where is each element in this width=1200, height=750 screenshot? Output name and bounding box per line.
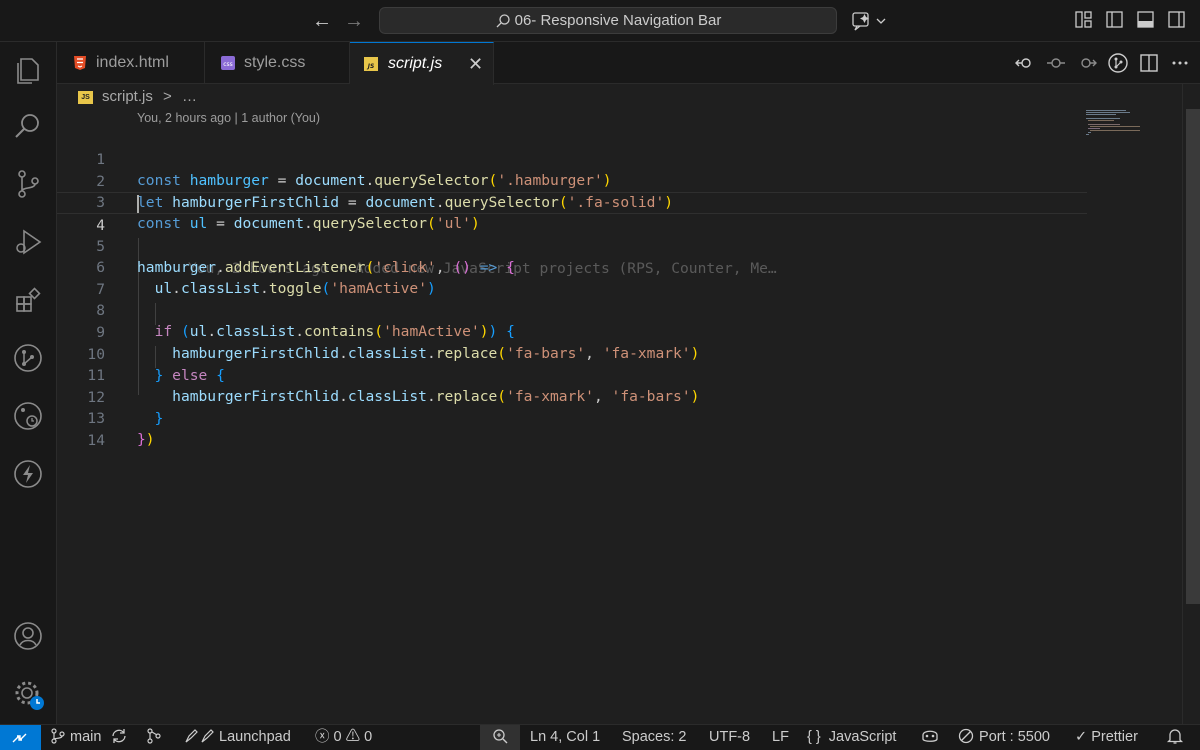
code-line: 3 const ul = document.querySelector('ul'… [57, 170, 1087, 233]
tab-style-css[interactable]: css style.css [205, 42, 350, 84]
check-all-icon: ✓ [1075, 729, 1088, 745]
svg-text:JS: JS [367, 63, 375, 70]
broadcast-icon [958, 728, 974, 744]
warning-icon: ⚠ [345, 729, 361, 745]
timeline-commit-icon[interactable] [1046, 53, 1066, 73]
command-center-text: 06- Responsive Navigation Bar [514, 12, 722, 29]
codelens-blame[interactable]: You, 2 hours ago | 1 author (You) [137, 111, 320, 125]
toggle-secondary-sidebar-icon[interactable] [1167, 10, 1186, 29]
breadcrumb-separator: > [163, 88, 172, 105]
editor-tabs: index.html css style.css JS script.js ✕ [57, 42, 1200, 85]
search-icon [496, 14, 510, 28]
source-control-icon[interactable] [12, 168, 44, 200]
code-line: 2 let hamburgerFirstChlid = document.que… [57, 149, 1087, 212]
launchpad-item[interactable]: Launchpad [183, 725, 291, 750]
svg-text:css: css [223, 61, 233, 68]
js-icon: JS [78, 90, 93, 104]
timeline-forward-icon[interactable] [1077, 53, 1097, 73]
command-center-search[interactable]: 06- Responsive Navigation Bar [379, 7, 837, 34]
extensions-icon[interactable] [12, 284, 44, 316]
breadcrumb-file[interactable]: script.js [102, 88, 153, 105]
indentation[interactable]: Spaces: 2 [622, 725, 687, 750]
manage-gear-icon[interactable] [12, 678, 44, 710]
notifications-bell-icon[interactable] [1166, 725, 1184, 750]
current-line: 4 You, 2 hours ago • Added new JavaScrip… [57, 192, 1087, 277]
remote-explorer-icon[interactable] [12, 400, 44, 432]
text-cursor [137, 195, 139, 213]
thunder-client-icon[interactable] [12, 458, 44, 490]
close-icon[interactable]: ✕ [468, 43, 484, 85]
accounts-icon[interactable] [12, 620, 44, 652]
breadcrumb: JS script.js > … [78, 86, 197, 108]
prettier-status[interactable]: ✓ Prettier [1075, 725, 1138, 750]
git-branch-icon [51, 728, 65, 744]
code-line: 13 }) [57, 386, 1087, 449]
split-editor-icon[interactable] [1139, 53, 1159, 73]
code-line: 1 const hamburger = document.querySelect… [57, 127, 1087, 190]
toggle-panel-icon[interactable] [1136, 10, 1155, 29]
html5-icon [74, 56, 86, 70]
live-server-port[interactable]: Port : 5500 [957, 725, 1050, 750]
problems-indicator[interactable]: ⓧ 0 ⚠ 0 [315, 725, 372, 750]
braces-icon: { } [807, 729, 821, 745]
zoom-icon[interactable] [480, 725, 520, 750]
cursor-position[interactable]: Ln 4, Col 1 [530, 725, 600, 750]
status-bar: main Launchpad ⓧ 0 ⚠ 0 Ln 4, Col 1 Space… [0, 724, 1200, 750]
activity-bar [0, 42, 57, 724]
tab-index-html[interactable]: index.html [57, 42, 205, 84]
copilot-icon[interactable] [850, 10, 890, 32]
remote-indicator-icon[interactable] [0, 725, 41, 750]
breadcrumb-symbols[interactable]: … [182, 88, 197, 105]
scrollbar-thumb[interactable] [1186, 109, 1200, 604]
vertical-scrollbar[interactable] [1182, 84, 1200, 724]
run-debug-icon[interactable] [12, 226, 44, 258]
pull-requests-icon[interactable] [12, 342, 44, 374]
code-line: 14 [87, 431, 105, 449]
code-line: 8 if (ul.classList.contains('hamActive')… [57, 278, 1087, 341]
code-line: 11 hamburgerFirstChlid.classList.replace… [57, 343, 1087, 406]
back-arrow-icon[interactable]: ← [309, 8, 335, 34]
code-line: 6 ul.classList.toggle('hamActive') [57, 235, 1087, 298]
timeline-back-icon[interactable] [1015, 53, 1035, 73]
code-text: }) [137, 431, 155, 449]
title-bar: ← → 06- Responsive Navigation Bar [0, 0, 1200, 42]
code-line: 12 } [57, 365, 1087, 428]
copilot-status-icon[interactable] [920, 725, 940, 750]
js-icon: JS [364, 57, 378, 71]
code-line: 9 hamburgerFirstChlid.classList.replace(… [57, 300, 1087, 363]
search-icon[interactable] [12, 110, 44, 142]
minimap[interactable] [1086, 108, 1146, 138]
gitlens-icon[interactable] [1108, 53, 1128, 73]
code-line: 5 hamburger.addEventListener('click', ()… [57, 214, 1087, 277]
tab-script-js[interactable]: JS script.js ✕ [350, 42, 494, 85]
more-actions-icon[interactable] [1170, 53, 1190, 73]
code-editor[interactable]: You, 2 hours ago | 1 author (You) 1 cons… [57, 108, 1182, 724]
css-icon: css [221, 56, 235, 70]
explorer-icon[interactable] [12, 54, 44, 86]
encoding[interactable]: UTF-8 [709, 725, 750, 750]
code-line: 7 [96, 280, 105, 298]
code-line: 10 } else { [57, 322, 1087, 385]
rocket-icon [185, 729, 214, 743]
error-icon: ⓧ [315, 729, 330, 745]
toggle-primary-sidebar-icon[interactable] [1105, 10, 1124, 29]
forward-arrow-icon[interactable]: → [341, 8, 367, 34]
end-of-line[interactable]: LF [772, 725, 789, 750]
customize-layout-icon[interactable] [1074, 10, 1093, 29]
sync-icon[interactable] [110, 725, 128, 750]
git-graph-icon[interactable] [145, 725, 163, 750]
branch-indicator[interactable]: main [50, 725, 101, 750]
language-mode[interactable]: { } JavaScript [807, 725, 896, 750]
